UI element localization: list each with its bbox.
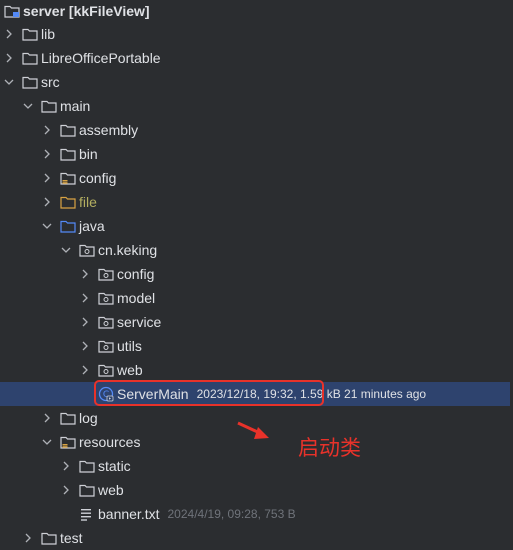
tree-item-label: bin bbox=[79, 146, 98, 162]
annotation-arrow-icon bbox=[236, 420, 272, 447]
tree-item-lib[interactable]: lib bbox=[0, 22, 513, 46]
folder-icon bbox=[22, 26, 38, 42]
tree-item-label: file bbox=[79, 194, 97, 210]
folder-icon bbox=[79, 482, 95, 498]
source-folder-icon bbox=[60, 218, 76, 234]
chevron-right-icon[interactable] bbox=[61, 461, 71, 471]
module-folder-icon bbox=[4, 3, 20, 19]
tree-item-main[interactable]: main bbox=[0, 94, 513, 118]
tree-item-label: LibreOfficePortable bbox=[41, 50, 161, 66]
package-icon bbox=[98, 314, 114, 330]
package-icon bbox=[98, 266, 114, 282]
tree-root-label: server [kkFileView] bbox=[23, 3, 150, 19]
tree-item-label: web bbox=[98, 482, 124, 498]
tree-item-label: main bbox=[60, 98, 91, 114]
tree-item-label: model bbox=[117, 290, 156, 306]
package-icon bbox=[79, 242, 95, 258]
tree-item-label: test bbox=[60, 530, 83, 546]
folder-icon bbox=[60, 146, 76, 162]
folder-icon bbox=[41, 530, 57, 546]
excluded-folder-icon bbox=[60, 194, 76, 210]
tree-item-utils[interactable]: utils bbox=[0, 334, 513, 358]
chevron-down-icon[interactable] bbox=[42, 221, 52, 231]
resources-folder-icon bbox=[60, 170, 76, 186]
tree-item-web-package[interactable]: web bbox=[0, 358, 513, 382]
tree-item-label: lib bbox=[41, 26, 56, 42]
tree-item-label: java bbox=[79, 218, 105, 234]
tree-item-label: utils bbox=[117, 338, 142, 354]
tree-item-web[interactable]: web bbox=[0, 478, 513, 502]
tree-item-file[interactable]: file bbox=[0, 190, 513, 214]
tree-item-label: service bbox=[117, 314, 162, 330]
tree-item-label: log bbox=[79, 410, 98, 426]
chevron-down-icon[interactable] bbox=[42, 437, 52, 447]
chevron-right-icon[interactable] bbox=[80, 269, 90, 279]
annotation-label: 启动类 bbox=[298, 436, 361, 460]
package-icon bbox=[98, 338, 114, 354]
chevron-right-icon[interactable] bbox=[23, 533, 33, 543]
tree-item-label: cn.keking bbox=[98, 242, 158, 258]
tree-item-static[interactable]: static bbox=[0, 454, 513, 478]
chevron-right-icon[interactable] bbox=[4, 29, 14, 39]
text-file-icon bbox=[79, 506, 95, 522]
tree-item-service[interactable]: service bbox=[0, 310, 513, 334]
folder-icon bbox=[22, 50, 38, 66]
tree-item-test[interactable]: test bbox=[0, 526, 513, 550]
folder-icon bbox=[41, 98, 57, 114]
folder-icon bbox=[22, 74, 38, 90]
chevron-right-icon[interactable] bbox=[42, 197, 52, 207]
tree-item-label: web bbox=[117, 362, 143, 378]
chevron-right-icon[interactable] bbox=[42, 413, 52, 423]
folder-icon bbox=[79, 458, 95, 474]
tree-item-label: src bbox=[41, 74, 60, 90]
chevron-down-icon[interactable] bbox=[4, 77, 14, 87]
tree-item-label: ServerMain bbox=[117, 386, 189, 402]
chevron-right-icon[interactable] bbox=[42, 125, 52, 135]
tree-item-label: assembly bbox=[79, 122, 139, 138]
java-class-icon: C bbox=[98, 386, 114, 402]
package-icon bbox=[98, 290, 114, 306]
package-icon bbox=[98, 362, 114, 378]
resources-folder-icon bbox=[60, 434, 76, 450]
chevron-down-icon[interactable] bbox=[61, 245, 71, 255]
tree-item-java[interactable]: java bbox=[0, 214, 513, 238]
tree-item-model[interactable]: model bbox=[0, 286, 513, 310]
tree-item-label: static bbox=[98, 458, 131, 474]
tree-item-label: config bbox=[79, 170, 117, 186]
chevron-right-icon[interactable] bbox=[80, 341, 90, 351]
chevron-right-icon[interactable] bbox=[80, 317, 90, 327]
chevron-right-icon[interactable] bbox=[42, 149, 52, 159]
chevron-down-icon[interactable] bbox=[23, 101, 33, 111]
file-meta: 2023/12/18, 19:32, 1.59 kB 21 minutes ag… bbox=[196, 387, 427, 401]
chevron-right-icon[interactable] bbox=[4, 53, 14, 63]
tree-item-cn-keking[interactable]: cn.keking bbox=[0, 238, 513, 262]
chevron-right-icon[interactable] bbox=[42, 173, 52, 183]
tree-item-servermain[interactable]: C ServerMain 2023/12/18, 19:32, 1.59 kB … bbox=[0, 382, 510, 406]
tree-item-assembly[interactable]: assembly bbox=[0, 118, 513, 142]
chevron-right-icon[interactable] bbox=[80, 365, 90, 375]
tree-item-config[interactable]: config bbox=[0, 166, 513, 190]
file-meta: 2024/4/19, 09:28, 753 B bbox=[167, 507, 296, 521]
tree-item-libreofficeportable[interactable]: LibreOfficePortable bbox=[0, 46, 513, 70]
tree-item-label: banner.txt bbox=[98, 506, 160, 522]
chevron-right-icon[interactable] bbox=[80, 293, 90, 303]
tree-item-label: config bbox=[117, 266, 155, 282]
tree-item-config-package[interactable]: config bbox=[0, 262, 513, 286]
tree-item-label: resources bbox=[79, 434, 141, 450]
folder-icon bbox=[60, 122, 76, 138]
tree-item-bin[interactable]: bin bbox=[0, 142, 513, 166]
chevron-right-icon[interactable] bbox=[61, 485, 71, 495]
tree-item-banner-txt[interactable]: banner.txt 2024/4/19, 09:28, 753 B bbox=[0, 502, 513, 526]
folder-icon bbox=[60, 410, 76, 426]
tree-root-row[interactable]: server [kkFileView] bbox=[0, 0, 513, 23]
tree-item-src[interactable]: src bbox=[0, 70, 513, 94]
